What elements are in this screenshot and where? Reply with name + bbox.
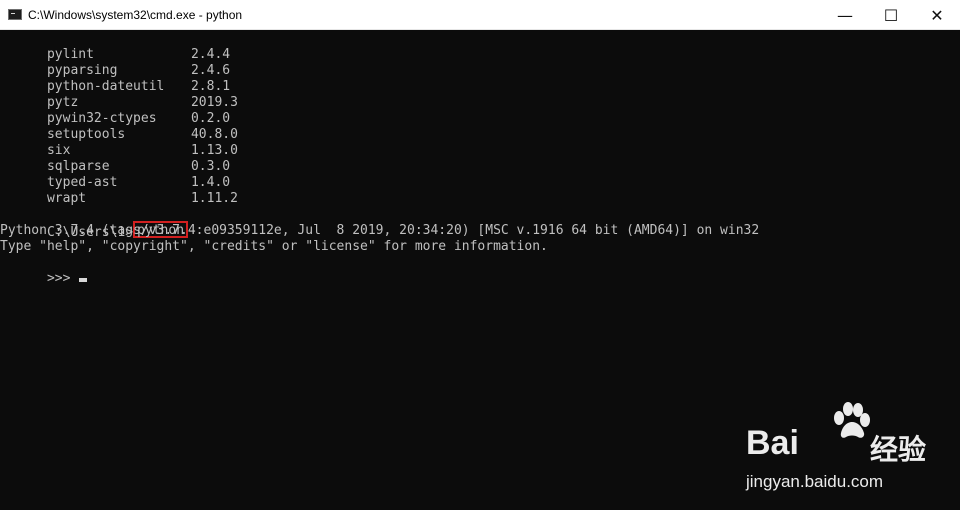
watermark-url: jingyan.baidu.com	[746, 472, 884, 491]
baidu-logo-text: Bai	[746, 424, 799, 462]
command-line: C:\Users\1> python	[0, 207, 960, 240]
package-row: typed-ast 1.4.0	[0, 159, 960, 190]
text-cursor[interactable]	[79, 278, 88, 282]
package-name: wrapt	[46, 191, 87, 206]
jingyan-logo-text: 经验	[870, 434, 927, 465]
package-row: pywin32-ctypes 0.2.0	[0, 95, 960, 126]
repl-prompt: >>>	[46, 271, 79, 286]
package-version: 1.11.2	[190, 191, 238, 206]
package-row: pytz 2019.3	[0, 79, 960, 110]
python-help-line: Type "help", "copyright", "credits" or "…	[0, 239, 548, 254]
window-controls: — ☐ ✕	[822, 0, 960, 30]
package-row: python-dateutil 2.8.1	[0, 63, 960, 94]
minimize-button[interactable]: —	[822, 0, 868, 30]
minimize-icon: —	[837, 5, 853, 25]
repl-input-line[interactable]: >>>	[0, 255, 960, 286]
package-row: six 1.13.0	[0, 127, 960, 158]
close-button[interactable]: ✕	[914, 0, 960, 30]
title-bar[interactable]: C:\Windows\system32\cmd.exe - python — ☐…	[0, 0, 960, 30]
package-row: sqlparse 0.3.0	[0, 143, 960, 174]
package-row: wrapt 1.11.2	[0, 175, 960, 206]
package-row: pyparsing 2.4.6	[0, 47, 960, 78]
baidu-paw-icon	[834, 402, 870, 438]
maximize-icon: ☐	[883, 5, 899, 25]
maximize-button[interactable]: ☐	[868, 0, 914, 30]
window-title: C:\Windows\system32\cmd.exe - python	[28, 7, 243, 22]
cmd-icon	[8, 9, 22, 20]
package-row: pylint 2.4.4	[0, 31, 960, 62]
python-banner-line: Python 3.7.4 (tags/v3.7.4:e09359112e, Ju…	[0, 223, 760, 238]
close-icon: ✕	[930, 5, 944, 25]
cmd-window: C:\Windows\system32\cmd.exe - python — ☐…	[0, 0, 960, 510]
baidu-jingyan-watermark: Bai 经验 jingyan.baidu.com	[746, 402, 936, 494]
package-row: setuptools 40.8.0	[0, 111, 960, 142]
